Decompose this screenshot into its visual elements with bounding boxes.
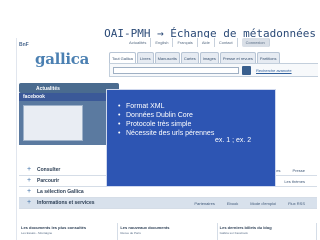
- column-title[interactable]: Les derniers billets du blog: [220, 225, 314, 230]
- row-info[interactable]: + Informations et services Partenaires E…: [19, 198, 317, 209]
- column-blog: Les derniers billets du blog Gallica sur…: [218, 223, 317, 240]
- row-selection[interactable]: + La sélection Gallica: [19, 187, 317, 198]
- bullet-item: • Protocole très simple: [118, 120, 214, 129]
- bnf-label: BnF: [19, 42, 29, 48]
- expand-icon: +: [26, 176, 32, 184]
- column-title[interactable]: Les documents les plus consultés: [21, 225, 115, 230]
- column-most-viewed: Les documents les plus consultés Les Ess…: [19, 223, 119, 240]
- row-label: Consulter: [37, 167, 61, 173]
- row-label: Parcourir: [37, 178, 60, 184]
- tab-all[interactable]: Tout Gallica: [109, 52, 136, 63]
- bullet-text: Nécessite des urls pérennes: [126, 130, 215, 137]
- row-link[interactable]: Mode d'emploi: [250, 201, 276, 206]
- expand-icon: +: [26, 187, 32, 195]
- facebook-label: facebook: [23, 94, 45, 100]
- row-label: Informations et services: [37, 200, 95, 206]
- tab-press[interactable]: Presse et revues: [219, 52, 256, 63]
- bullet-text: Données Dublin Core: [126, 112, 193, 119]
- tab-images[interactable]: Images: [199, 52, 219, 63]
- top-link-english[interactable]: English: [151, 38, 174, 47]
- bullet-icon: •: [118, 130, 121, 137]
- gallica-logo[interactable]: gallica: [35, 50, 89, 68]
- top-link-help[interactable]: Aide: [198, 38, 215, 47]
- row-link[interactable]: Presse: [293, 168, 305, 173]
- bullet-item: • Nécessite des urls pérennes: [118, 129, 214, 138]
- tab-books[interactable]: Livres: [136, 52, 154, 63]
- row-link[interactable]: Les thèmes: [284, 179, 305, 184]
- row-link[interactable]: Flux RSS: [288, 201, 305, 206]
- example-links[interactable]: ex. 1 ; ex. 2: [215, 137, 251, 144]
- advanced-search-link[interactable]: Recherche avancée: [256, 68, 292, 73]
- column-link[interactable]: Revue de Paris: [120, 231, 214, 235]
- row-label: La sélection Gallica: [37, 189, 84, 195]
- column-link[interactable]: Les Essais - Montaigne: [21, 231, 115, 235]
- bullet-icon: •: [118, 112, 121, 119]
- tab-maps[interactable]: Cartes: [180, 52, 199, 63]
- top-link-french[interactable]: Français: [173, 38, 198, 47]
- news-header: Actualités: [19, 83, 119, 93]
- expand-icon: +: [26, 198, 32, 206]
- feature-card: [23, 105, 83, 141]
- top-links: Actualités English Français Aide Contact…: [125, 38, 318, 47]
- top-link-news[interactable]: Actualités: [125, 38, 152, 47]
- bullet-item: • Données Dublin Core: [118, 111, 214, 120]
- tab-manuscripts[interactable]: Manuscrits: [154, 52, 180, 63]
- login-button[interactable]: Connexion: [241, 38, 270, 47]
- search-bar: Recherche avancée: [109, 63, 318, 77]
- bullet-icon: •: [118, 121, 121, 128]
- column-title[interactable]: Les nouveaux documents: [120, 225, 214, 230]
- expand-icon: +: [26, 165, 32, 173]
- bullet-icon: •: [118, 103, 121, 110]
- bottom-columns: Les documents les plus consultés Les Ess…: [19, 223, 317, 240]
- column-new-docs: Les nouveaux documents Revue de Paris: [118, 223, 218, 240]
- search-input[interactable]: [113, 67, 239, 74]
- tab-scores[interactable]: Partitions: [256, 52, 280, 63]
- top-link-contact[interactable]: Contact: [215, 38, 238, 47]
- row-link[interactable]: Ebook: [227, 201, 238, 206]
- column-link[interactable]: Gallica sur Facebook: [220, 231, 314, 235]
- bullet-list: • Format XML • Données Dublin Core • Protoc…: [118, 102, 214, 138]
- bullet-text: Format XML: [126, 103, 165, 110]
- bullet-text: Protocole très simple: [126, 121, 192, 128]
- search-submit-button[interactable]: [242, 66, 251, 75]
- search-tabs: Tout Gallica Livres Manuscrits Cartes Im…: [109, 52, 318, 63]
- bullet-item: • Format XML: [118, 102, 214, 111]
- info-overlay: • Format XML • Données Dublin Core • Protoc…: [106, 89, 276, 187]
- news-header-label: Actualités: [36, 86, 60, 92]
- row-link[interactable]: Partenaires: [194, 201, 214, 206]
